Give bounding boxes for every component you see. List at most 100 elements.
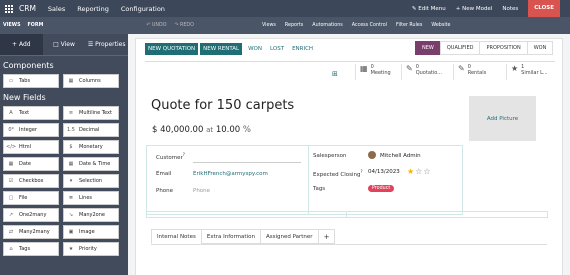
won-button[interactable]: WON	[244, 43, 266, 55]
nav-configuration[interactable]: Configuration	[121, 5, 165, 13]
expected-closing-field[interactable]: 04/13/2023	[368, 169, 400, 175]
link-reports[interactable]: Reports	[285, 23, 303, 28]
app-brand[interactable]: CRM	[19, 4, 36, 13]
tab-extra-information[interactable]: Extra Information	[200, 229, 261, 244]
component-label: Integer	[19, 127, 37, 133]
avatar	[368, 151, 376, 159]
rentals-label: Rentals	[467, 70, 487, 76]
field-integer[interactable]: 0⁹ Integer	[3, 123, 59, 137]
smart-button-quotations[interactable]: ✎ 0 Quotatio...	[401, 64, 446, 80]
add-picture-placeholder[interactable]: Add Picture	[469, 96, 536, 141]
lines-icon: ≣	[68, 195, 74, 201]
image-icon: ▣	[68, 229, 74, 235]
field-image[interactable]: ▣ Image	[63, 225, 119, 239]
smart-button-meeting[interactable]: ▦ 0 Meeting	[355, 64, 400, 80]
customer-label: Customer?	[156, 152, 185, 161]
star-empty-icon[interactable]: ☆	[423, 167, 431, 176]
amount-value[interactable]: $ 40,000.00	[152, 125, 203, 135]
customer-input[interactable]	[193, 162, 301, 163]
tab-properties[interactable]: ☰ Properties	[85, 34, 128, 55]
stage-new[interactable]: NEW	[415, 41, 441, 55]
new-quotation-button[interactable]: NEW QUOTATION	[145, 43, 199, 55]
component-label: Columns	[79, 78, 101, 84]
field-one2many[interactable]: ↗ One2many	[3, 208, 59, 222]
component-label: Many2one	[79, 212, 105, 218]
field-selection[interactable]: ▾ Selection	[63, 174, 119, 188]
tab-view[interactable]: □ View	[43, 34, 86, 55]
field-tags[interactable]: ⌂ Tags	[3, 242, 59, 256]
tags-label: Tags	[313, 186, 326, 192]
close-button[interactable]: CLOSE	[528, 0, 560, 17]
one2many-icon: ↗	[8, 212, 14, 218]
columns-icon: ▦	[68, 78, 74, 84]
link-website[interactable]: Website	[431, 23, 450, 28]
field-many2one[interactable]: ↘ Many2one	[63, 208, 119, 222]
date-time-icon: ▦	[68, 161, 74, 167]
apps-menu-icon[interactable]	[5, 4, 13, 13]
component-label: Priority	[79, 246, 97, 252]
component-columns[interactable]: ▦ Columns	[63, 74, 119, 88]
new-model-button[interactable]: + New Model	[456, 6, 493, 12]
priority-stars[interactable]: ★☆☆	[407, 167, 432, 176]
tab-assigned-partner[interactable]: Assigned Partner	[259, 229, 319, 244]
star-filled-icon[interactable]: ★	[407, 167, 415, 176]
smart-button-similar[interactable]: ★ 1 Similar L...	[506, 64, 551, 80]
component-label: Image	[79, 229, 95, 235]
status-bar: NEW QUALIFIED PROPOSITION WON	[415, 41, 554, 55]
component-label: Tabs	[19, 78, 31, 84]
link-filter-rules[interactable]: Filter Rules	[396, 23, 422, 28]
undo-button[interactable]: ↶ UNDO	[146, 23, 166, 28]
smart-button-rentals[interactable]: ✎ 0 Rentals	[453, 64, 498, 80]
nav-reporting[interactable]: Reporting	[77, 5, 109, 13]
link-access-control[interactable]: Access Control	[352, 23, 387, 28]
probability-value[interactable]: 10.00	[216, 125, 240, 135]
enrich-button[interactable]: ENRICH	[288, 43, 317, 55]
field-text[interactable]: A Text	[3, 106, 59, 120]
divider	[145, 61, 555, 62]
breadcrumb-views[interactable]: VIEWS	[3, 23, 21, 28]
field-file[interactable]: ▢ File	[3, 191, 59, 205]
link-views[interactable]: Views	[262, 23, 276, 28]
email-field[interactable]: ErikHFrench@armyspy.com	[193, 171, 268, 177]
component-label: Text	[19, 110, 30, 116]
field-date-time[interactable]: ▦ Date & Time	[63, 157, 119, 171]
tab-internal-notes[interactable]: Internal Notes	[151, 229, 202, 244]
tag-badge[interactable]: Product	[368, 185, 395, 192]
studio-sidebar: + Add □ View ☰ Properties Components ▭ Ta…	[0, 34, 128, 275]
percent-sign: %	[242, 125, 251, 135]
add-tab-button[interactable]: +	[317, 229, 336, 244]
similar-label: Similar L...	[521, 70, 548, 76]
phone-label: Phone	[156, 188, 174, 194]
notes-button[interactable]: Notes	[502, 6, 518, 12]
tab-add[interactable]: + Add	[0, 34, 43, 55]
link-automations[interactable]: Automations	[312, 23, 342, 28]
multiline-text-icon: ≡	[68, 110, 74, 116]
field-priority[interactable]: ★ Priority	[63, 242, 119, 256]
many2many-icon: ⇄	[8, 229, 14, 235]
stage-proposition[interactable]: PROPOSITION	[479, 41, 528, 55]
phone-field[interactable]: Phone	[193, 188, 210, 194]
top-navbar: CRM Sales Reporting Configuration ✎ Edit…	[0, 0, 570, 17]
new-rental-button[interactable]: NEW RENTAL	[200, 43, 243, 55]
field-multiline-text[interactable]: ≡ Multiline Text	[63, 106, 119, 120]
field-many2many[interactable]: ⇄ Many2many	[3, 225, 59, 239]
nav-sales[interactable]: Sales	[48, 5, 65, 13]
field-decimal[interactable]: 1.5 Decimal	[63, 123, 119, 137]
component-label: Date	[19, 161, 31, 167]
stage-won[interactable]: WON	[526, 41, 554, 55]
field-html[interactable]: </> Html	[3, 140, 59, 154]
component-label: Decimal	[79, 127, 100, 133]
salesperson-field[interactable]: Mitchell Admin	[380, 153, 421, 159]
component-tabs[interactable]: ▭ Tabs	[3, 74, 59, 88]
field-date[interactable]: ▦ Date	[3, 157, 59, 171]
redo-button[interactable]: ↷ REDO	[174, 23, 193, 28]
stage-qualified[interactable]: QUALIFIED	[439, 41, 481, 55]
record-title[interactable]: Quote for 150 carpets	[151, 98, 294, 113]
expected-revenue: $ 40,000.00 at 10.00 %	[152, 125, 251, 135]
lost-button[interactable]: LOST	[266, 43, 288, 55]
edit-menu-button[interactable]: ✎ Edit Menu	[412, 6, 446, 12]
field-checkbox[interactable]: ☑ Checkbox	[3, 174, 59, 188]
field-monetary[interactable]: $ Monetary	[63, 140, 119, 154]
field-lines[interactable]: ≣ Lines	[63, 191, 119, 205]
add-button-icon[interactable]: ⊞	[332, 70, 338, 78]
